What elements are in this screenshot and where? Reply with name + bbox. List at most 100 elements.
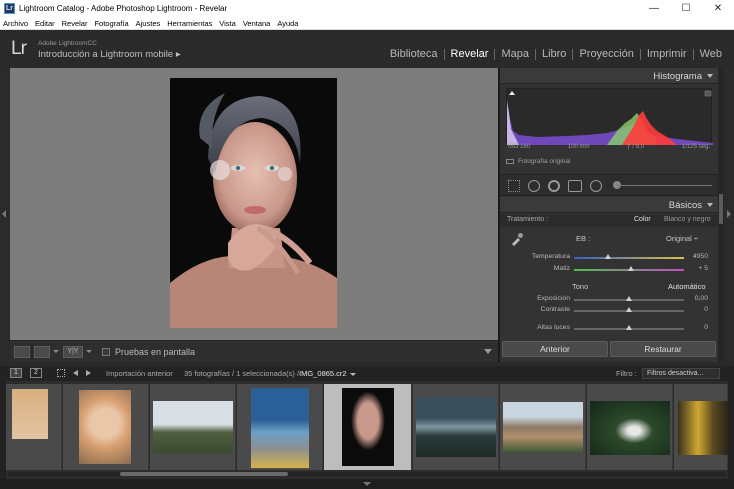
temperature-track[interactable] <box>574 257 684 259</box>
close-button[interactable]: ✕ <box>702 0 734 17</box>
bottom-panel-toggle[interactable] <box>0 479 734 489</box>
previous-button[interactable]: Anterior <box>502 341 608 357</box>
menu-ventana[interactable]: Ventana <box>243 19 271 28</box>
exposure-knob[interactable] <box>626 296 632 301</box>
highlights-value[interactable]: 0 <box>704 324 708 331</box>
filmstrip <box>0 381 734 479</box>
filmstrip-cell[interactable] <box>587 384 673 470</box>
tint-slider[interactable]: Matiz + 5 <box>500 264 718 275</box>
left-panel-toggle[interactable] <box>0 68 10 364</box>
radial-filter-icon[interactable] <box>590 180 602 192</box>
soft-proof-checkbox[interactable] <box>102 347 110 356</box>
histogram-title: Histograma <box>653 71 702 82</box>
filmstrip-scroll-track[interactable] <box>8 472 726 476</box>
loupe-view[interactable] <box>10 68 498 340</box>
spot-removal-icon[interactable] <box>528 180 540 192</box>
filmstrip-cell[interactable] <box>413 384 499 470</box>
previous-import-label[interactable]: Importación anterior <box>106 369 173 378</box>
main-photo[interactable] <box>170 78 337 328</box>
thumbnail[interactable] <box>251 388 309 468</box>
contrast-slider[interactable]: Contraste 0 <box>500 305 718 316</box>
maximize-button[interactable]: ☐ <box>670 0 702 17</box>
soft-proof-label: Pruebas en pantalla <box>115 346 196 357</box>
module-biblioteca[interactable]: Biblioteca <box>384 48 444 60</box>
wb-dropdown[interactable]: Original ÷ <box>666 234 698 243</box>
filmstrip-cell[interactable] <box>63 384 149 470</box>
module-imprimir[interactable]: Imprimir <box>641 48 693 60</box>
exposure-value[interactable]: 0,00 <box>695 295 708 302</box>
filmstrip-cell[interactable] <box>150 384 236 470</box>
reset-button[interactable]: Restaurar <box>610 341 716 357</box>
thumbnail[interactable] <box>153 401 233 453</box>
right-panel-scrollbar[interactable] <box>718 68 724 364</box>
menu-ayuda[interactable]: Ayuda <box>277 19 298 28</box>
highlights-slider[interactable]: Altas luces 0 <box>500 323 718 334</box>
window-2-button[interactable]: 2 <box>30 368 42 378</box>
thumbnail[interactable] <box>590 401 670 455</box>
filmstrip-count[interactable]: 35 fotografías / 1 seleccionada(s) /IMG_… <box>184 369 356 378</box>
scrollbar-thumb[interactable] <box>719 194 723 224</box>
module-proyeccion[interactable]: Proyección <box>573 48 639 60</box>
split-dropdown-icon[interactable] <box>86 350 92 353</box>
temperature-value[interactable]: 4950 <box>693 253 708 260</box>
forward-arrow-icon[interactable] <box>86 370 91 376</box>
exposure-slider[interactable]: Exposición 0,00 <box>500 294 718 305</box>
tint-knob[interactable] <box>628 266 634 271</box>
temperature-slider[interactable]: Temperatura 4950 <box>500 252 718 263</box>
module-web[interactable]: Web <box>694 48 728 60</box>
crop-overlay-icon[interactable] <box>508 180 520 192</box>
thumbnail[interactable] <box>503 402 583 452</box>
loupe-view-icon[interactable] <box>14 345 30 358</box>
menu-herramientas[interactable]: Herramientas <box>167 19 212 28</box>
back-arrow-icon[interactable] <box>73 370 78 376</box>
graduated-filter-icon[interactable] <box>568 180 582 192</box>
filter-dropdown[interactable]: Filtros desactiva... <box>642 368 720 379</box>
before-after-icon[interactable] <box>34 345 50 358</box>
red-eye-icon[interactable] <box>548 180 560 192</box>
temperature-knob[interactable] <box>605 254 611 259</box>
grid-view-icon[interactable] <box>57 369 65 377</box>
thumbnail[interactable] <box>79 390 131 464</box>
treatment-bw-option[interactable]: Blanco y negro <box>664 216 711 223</box>
basics-title: Básicos <box>668 200 702 211</box>
filmstrip-cell[interactable] <box>674 384 728 470</box>
thumbnail[interactable] <box>416 397 496 457</box>
thumbnail[interactable] <box>12 389 48 439</box>
histogram-header[interactable]: Histograma <box>500 68 718 84</box>
filmstrip-cell[interactable] <box>6 384 62 470</box>
menu-ajustes[interactable]: Ajustes <box>136 19 161 28</box>
menu-fotografia[interactable]: Fotografía <box>94 19 128 28</box>
right-panel-toggle[interactable] <box>724 68 734 364</box>
filmstrip-cell-selected[interactable] <box>324 384 412 470</box>
treatment-color-option[interactable]: Color <box>634 216 651 223</box>
white-balance-eyedropper-icon[interactable] <box>510 232 524 246</box>
tone-auto-button[interactable]: Automático <box>668 282 706 291</box>
menu-revelar[interactable]: Revelar <box>62 19 88 28</box>
thumbnail-selected[interactable] <box>342 388 394 466</box>
histogram[interactable] <box>506 88 713 145</box>
filmstrip-cell[interactable] <box>237 384 323 470</box>
treatment-row: Tratamiento : Color Blanco y negro <box>500 214 718 227</box>
highlights-knob[interactable] <box>626 325 632 330</box>
toolbar-content-menu-icon[interactable] <box>484 349 492 354</box>
filmstrip-scroll-thumb[interactable] <box>120 472 288 476</box>
menu-vista[interactable]: Vista <box>219 19 236 28</box>
module-revelar[interactable]: Revelar <box>445 48 495 60</box>
basics-header[interactable]: Básicos <box>500 197 718 213</box>
thumbnail[interactable] <box>678 401 728 455</box>
photo-count: 35 fotografías / 1 seleccionada(s) / <box>184 369 300 378</box>
window-1-button[interactable]: 1 <box>10 368 22 378</box>
before-after-split-icon[interactable]: Y|Y <box>63 345 83 358</box>
module-libro[interactable]: Libro <box>536 48 572 60</box>
tint-value[interactable]: + 5 <box>698 265 708 272</box>
filmstrip-cell[interactable] <box>500 384 586 470</box>
menu-editar[interactable]: Editar <box>35 19 55 28</box>
contrast-value[interactable]: 0 <box>704 306 708 313</box>
contrast-knob[interactable] <box>626 307 632 312</box>
module-mapa[interactable]: Mapa <box>495 48 535 60</box>
original-photo-label: Fotografía original <box>518 158 571 165</box>
minimize-button[interactable]: — <box>638 0 670 17</box>
menu-archivo[interactable]: Archivo <box>3 19 28 28</box>
identity-task[interactable]: Introducción a Lightroom mobile ▸ <box>38 49 181 60</box>
view-dropdown-icon[interactable] <box>53 350 59 353</box>
